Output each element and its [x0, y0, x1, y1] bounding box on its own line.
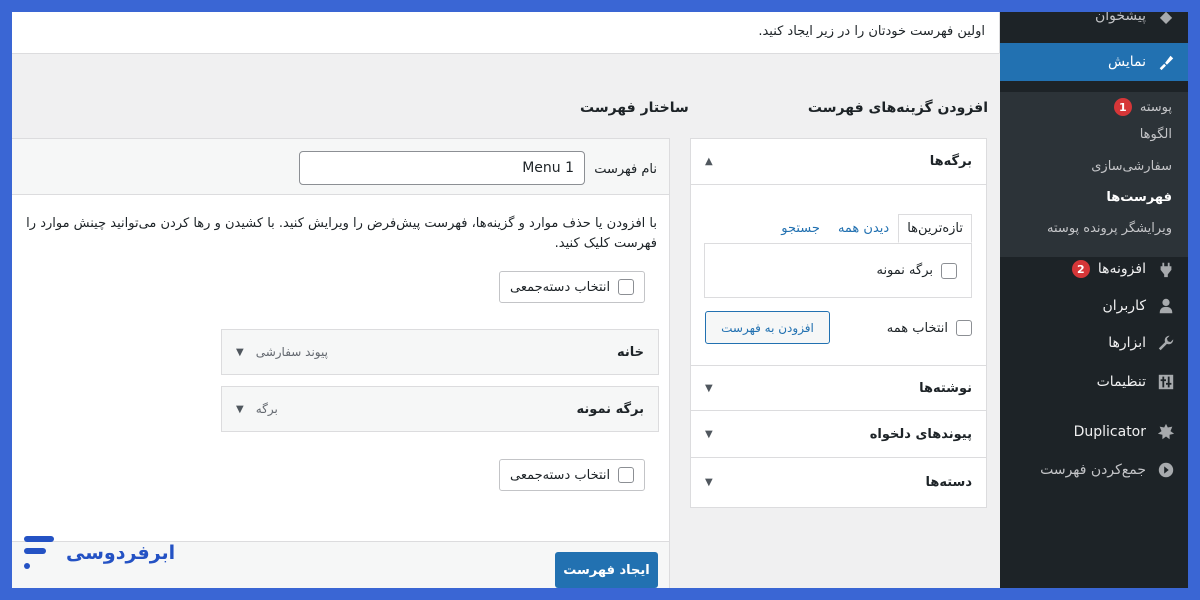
pages-list: برگه نمونه — [704, 243, 972, 298]
submenu-item-label: ویرایشگر پرونده پوسته — [1047, 220, 1172, 236]
users-icon — [1156, 296, 1176, 316]
submenu-item-theme-editor[interactable]: ویرایشگر پرونده پوسته — [1000, 213, 1188, 243]
menu-item-title: برگه نمونه — [576, 401, 644, 417]
chevron-down-icon: ▼ — [705, 429, 713, 440]
bulk-select-checkbox[interactable] — [618, 467, 635, 483]
bulk-select-label: انتخاب دسته‌جمعی — [510, 279, 611, 295]
sidebar-item-label: ابزارها — [1108, 335, 1146, 351]
tab-search[interactable]: جستجو — [772, 214, 829, 243]
update-badge: 1 — [1113, 98, 1132, 116]
sidebar-item-label: تنظیمات — [1096, 374, 1146, 390]
posts-section-title: نوشته‌ها — [919, 380, 972, 396]
sidebar-item-plugins[interactable]: افزونه‌ها 2 — [1000, 251, 1188, 287]
submenu-item-label: سفارشی‌سازی — [1091, 158, 1172, 174]
create-menu-button[interactable]: ایجاد فهرست — [555, 552, 658, 588]
collapse-icon — [1156, 460, 1176, 480]
menu-item-meta: پیوند سفارشی ▼ — [236, 345, 328, 359]
menu-item-type: برگه — [255, 402, 278, 416]
menu-item-meta: برگه ▼ — [236, 402, 278, 416]
chevron-down-icon[interactable]: ▼ — [236, 404, 244, 415]
submenu-item-patterns[interactable]: الگوها — [1000, 119, 1188, 149]
page-checkbox[interactable] — [941, 262, 957, 279]
posts-section-header[interactable]: نوشته‌ها ▼ — [691, 365, 986, 411]
sidebar-item-label: پیشخوان — [1094, 12, 1146, 24]
update-badge: 2 — [1071, 260, 1090, 278]
add-items-panel: برگه‌ها ▲ تازه‌ترین‌ها دیدن همه جستجو بر… — [690, 138, 987, 508]
structure-heading: ساختار فهرست — [580, 100, 689, 116]
bulk-select-checkbox[interactable] — [618, 279, 635, 295]
menu-item-type: پیوند سفارشی — [255, 345, 328, 359]
admin-sidebar: ◆ پیشخوان نمایش پوسته 1 الگوها سفارشی‌سا… — [992, 12, 1188, 588]
add-items-heading: افزودن گزینه‌های فهرست — [807, 100, 988, 116]
appearance-submenu: پوسته 1 الگوها سفارشی‌سازی فهرست‌ها ویرا… — [1000, 92, 1188, 257]
chevron-up-icon: ▲ — [705, 156, 713, 167]
submenu-item-label: پوسته — [1139, 99, 1172, 115]
menu-item-title: خانه — [616, 344, 644, 360]
brand-name: ابرفردوسی — [66, 542, 176, 564]
categories-section-header[interactable]: دسته‌ها ▼ — [691, 459, 986, 505]
submenu-item-menus[interactable]: فهرست‌ها — [1000, 182, 1188, 212]
settings-icon — [1156, 372, 1176, 392]
structure-description: با افزودن یا حذف موارد و گزینه‌ها، فهرست… — [26, 216, 657, 231]
add-to-menu-button[interactable]: افزودن به فهرست — [705, 311, 830, 344]
notice-box: اولین فهرست خودتان را در زیر ایجاد کنید. — [12, 12, 1000, 54]
menu-structure-panel: نام فهرست Menu 1 با افزودن یا حذف موارد … — [12, 138, 670, 588]
pages-section-header[interactable]: برگه‌ها ▲ — [691, 139, 986, 185]
chevron-down-icon: ▼ — [705, 382, 713, 394]
sidebar-item-label: Duplicator — [1073, 424, 1146, 440]
brush-icon — [1156, 52, 1176, 72]
select-all-label: انتخاب همه — [886, 320, 948, 336]
app-frame: اولین فهرست خودتان را در زیر ایجاد کنید.… — [12, 12, 1188, 588]
sidebar-item-settings[interactable]: تنظیمات — [1000, 364, 1188, 400]
duplicator-icon — [1156, 422, 1176, 442]
sidebar-item-label: نمایش — [1107, 54, 1146, 70]
submenu-item-label: الگوها — [1139, 126, 1172, 142]
categories-section-title: دسته‌ها — [925, 474, 972, 490]
menu-name-input[interactable]: Menu 1 — [299, 151, 585, 185]
sidebar-item-label: افزونه‌ها — [1097, 261, 1146, 277]
dashboard-icon: ◆ — [1159, 12, 1173, 26]
wrench-icon — [1156, 333, 1176, 353]
tab-view-all[interactable]: دیدن همه — [829, 214, 898, 243]
bulk-select-label: انتخاب دسته‌جمعی — [510, 467, 611, 483]
menu-item-sample-page[interactable]: برگه نمونه برگه ▼ — [221, 386, 659, 432]
sidebar-item-tools[interactable]: ابزارها — [1000, 325, 1188, 361]
brand-logo: ابرفردوسی — [22, 534, 175, 572]
pages-tabs: تازه‌ترین‌ها دیدن همه جستجو — [772, 214, 972, 243]
tab-most-recent[interactable]: تازه‌ترین‌ها — [898, 214, 972, 243]
menu-name-bar: نام فهرست Menu 1 — [12, 139, 669, 195]
plugin-icon — [1156, 259, 1176, 279]
chevron-down-icon: ▼ — [705, 476, 713, 488]
chevron-down-icon[interactable]: ▼ — [236, 347, 244, 358]
submenu-item-label: فهرست‌ها — [1106, 189, 1172, 205]
page-item-label: برگه نمونه — [876, 263, 933, 278]
custom-links-section-title: پیوندهای دلخواه — [869, 427, 972, 442]
menu-name-label: نام فهرست — [594, 162, 657, 177]
sidebar-item-duplicator[interactable]: Duplicator — [1000, 414, 1188, 450]
select-all-row: انتخاب همه — [887, 320, 972, 336]
sidebar-item-users[interactable]: کاربران — [1000, 288, 1188, 324]
sidebar-item-label: جمع‌کردن فهرست — [1040, 462, 1146, 478]
structure-description-2: فهرست کلیک کنید. — [554, 236, 657, 251]
bulk-select-bottom[interactable]: انتخاب دسته‌جمعی — [499, 459, 646, 491]
notice-text: اولین فهرست خودتان را در زیر ایجاد کنید. — [758, 24, 985, 39]
sidebar-collapse[interactable]: جمع‌کردن فهرست — [1000, 452, 1188, 488]
brand-mark-icon — [22, 534, 56, 572]
sidebar-item-label: کاربران — [1102, 298, 1146, 314]
bulk-select-top[interactable]: انتخاب دسته‌جمعی — [499, 271, 646, 303]
custom-links-section-header[interactable]: پیوندهای دلخواه ▼ — [691, 412, 986, 458]
select-all-checkbox[interactable] — [956, 320, 972, 336]
pages-section-title: برگه‌ها — [929, 154, 972, 169]
submenu-item-themes[interactable]: پوسته 1 — [1000, 92, 1188, 122]
submenu-item-customize[interactable]: سفارشی‌سازی — [1000, 151, 1188, 181]
sidebar-item-dashboard[interactable]: ◆ پیشخوان — [1000, 12, 1188, 34]
sidebar-item-appearance[interactable]: نمایش — [992, 43, 1188, 81]
menu-item-home[interactable]: خانه پیوند سفارشی ▼ — [221, 329, 659, 375]
